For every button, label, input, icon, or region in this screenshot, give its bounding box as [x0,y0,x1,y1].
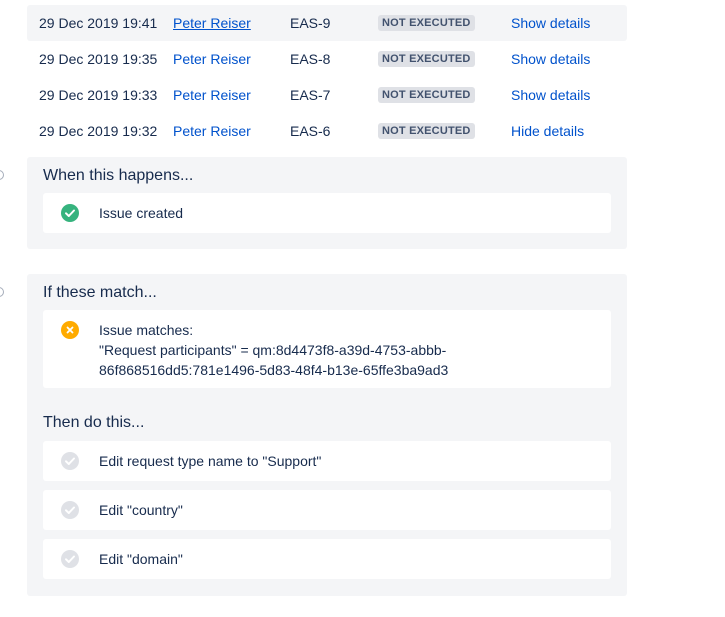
audit-date: 29 Dec 2019 19:41 [39,15,158,31]
audit-row: 29 Dec 2019 19:35 Peter Reiser EAS-8 NOT… [27,41,627,77]
conditions-panel: If these match... Issue matches: "Reques… [27,274,627,596]
status-badge: NOT EXECUTED [378,51,475,67]
check-circle-grey-icon [61,501,79,519]
trigger-card: Issue created [43,193,611,233]
trigger-panel: When this happens... Issue created [27,157,627,249]
condition-jql-line2: 86f868516dd5:781e1496-5d83-48f4-b13e-65f… [99,362,449,378]
audit-issue-key: EAS-9 [290,15,331,31]
audit-date: 29 Dec 2019 19:32 [39,123,158,139]
audit-date: 29 Dec 2019 19:33 [39,87,158,103]
condition-card: Issue matches: "Request participants" = … [43,310,611,388]
trigger-label: Issue created [99,205,184,221]
show-details-link[interactable]: Show details [511,15,590,31]
condition-label: Issue matches: [99,322,194,338]
action-card: Edit "country" [43,490,611,530]
action-card: Edit "domain" [43,539,611,579]
audit-row: 29 Dec 2019 19:41 Peter Reiser EAS-9 NOT… [27,5,627,41]
audit-issue-key: EAS-6 [290,123,331,139]
condition-jql-line1: "Request participants" = qm:8d4473f8-a39… [99,342,447,358]
trigger-title: When this happens... [43,167,194,184]
action-label: Edit "country" [99,502,183,518]
warning-x-icon [61,321,79,339]
hide-details-link[interactable]: Hide details [511,123,584,139]
audit-row: 29 Dec 2019 19:32 Peter Reiser EAS-6 NOT… [27,113,627,149]
automation-audit-log: 29 Dec 2019 19:41 Peter Reiser EAS-9 NOT… [0,0,725,617]
action-card: Edit request type name to "Support" [43,441,611,481]
audit-issue-key: EAS-7 [290,87,331,103]
show-details-link[interactable]: Show details [511,51,590,67]
conditions-title: If these match... [43,284,157,301]
status-badge: NOT EXECUTED [378,87,475,103]
check-circle-grey-icon [61,550,79,568]
check-circle-icon [61,204,79,222]
audit-row: 29 Dec 2019 19:33 Peter Reiser EAS-7 NOT… [27,77,627,113]
audit-user-link[interactable]: Peter Reiser [173,87,251,103]
status-badge: NOT EXECUTED [378,15,475,31]
audit-user-link[interactable]: Peter Reiser [173,51,251,67]
check-circle-grey-icon [61,452,79,470]
action-label: Edit "domain" [99,551,183,567]
audit-user-link[interactable]: Peter Reiser [173,123,251,139]
audit-date: 29 Dec 2019 19:35 [39,51,158,67]
audit-user-link[interactable]: Peter Reiser [173,15,251,31]
actions-title: Then do this... [43,414,145,431]
audit-issue-key: EAS-8 [290,51,331,67]
timeline-dot [0,287,4,297]
timeline-dot [0,170,4,180]
status-badge: NOT EXECUTED [378,123,475,139]
action-label: Edit request type name to "Support" [99,453,322,469]
show-details-link[interactable]: Show details [511,87,590,103]
